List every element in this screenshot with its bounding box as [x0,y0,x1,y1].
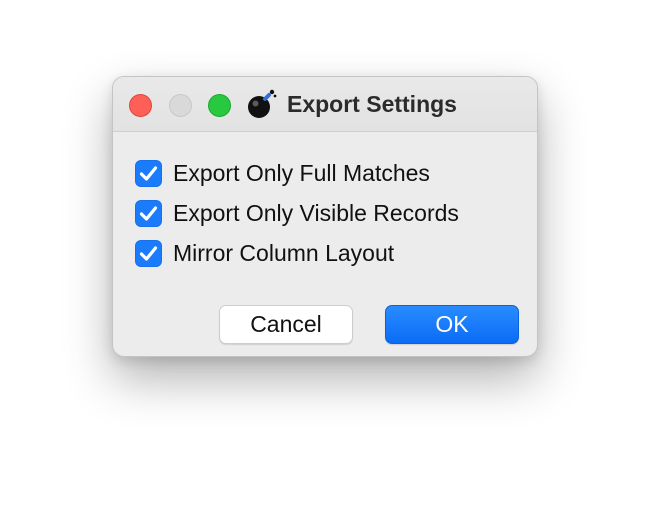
title-bar[interactable]: Export Settings [113,77,537,132]
export-only-full-matches-checkbox[interactable] [135,159,162,187]
dialog-title: Export Settings [287,91,457,117]
zoom-window-button[interactable] [208,94,231,117]
bomb-icon [248,89,277,118]
cancel-button[interactable]: Cancel [219,305,353,344]
mirror-column-layout-checkbox[interactable] [135,239,162,267]
option-export-only-visible-records[interactable]: Export Only Visible Records [135,193,459,233]
export-only-full-matches-label: Export Only Full Matches [173,159,430,186]
checkmark-icon [139,205,158,221]
checkmark-icon [139,245,158,261]
close-window-button[interactable] [129,94,152,117]
export-only-visible-records-label: Export Only Visible Records [173,199,459,226]
desktop-background: Export Settings Export Only Full Matches… [0,0,650,506]
mirror-column-layout-label: Mirror Column Layout [173,239,395,266]
ok-button[interactable]: OK [385,305,519,344]
checkmark-icon [139,165,158,181]
minimize-window-button[interactable] [169,94,192,117]
export-settings-dialog: Export Settings Export Only Full Matches… [112,76,538,357]
export-only-visible-records-checkbox[interactable] [135,199,162,227]
option-export-only-full-matches[interactable]: Export Only Full Matches [135,153,459,193]
option-mirror-column-layout[interactable]: Mirror Column Layout [135,233,459,273]
export-options-list: Export Only Full Matches Export Only Vis… [135,153,459,273]
